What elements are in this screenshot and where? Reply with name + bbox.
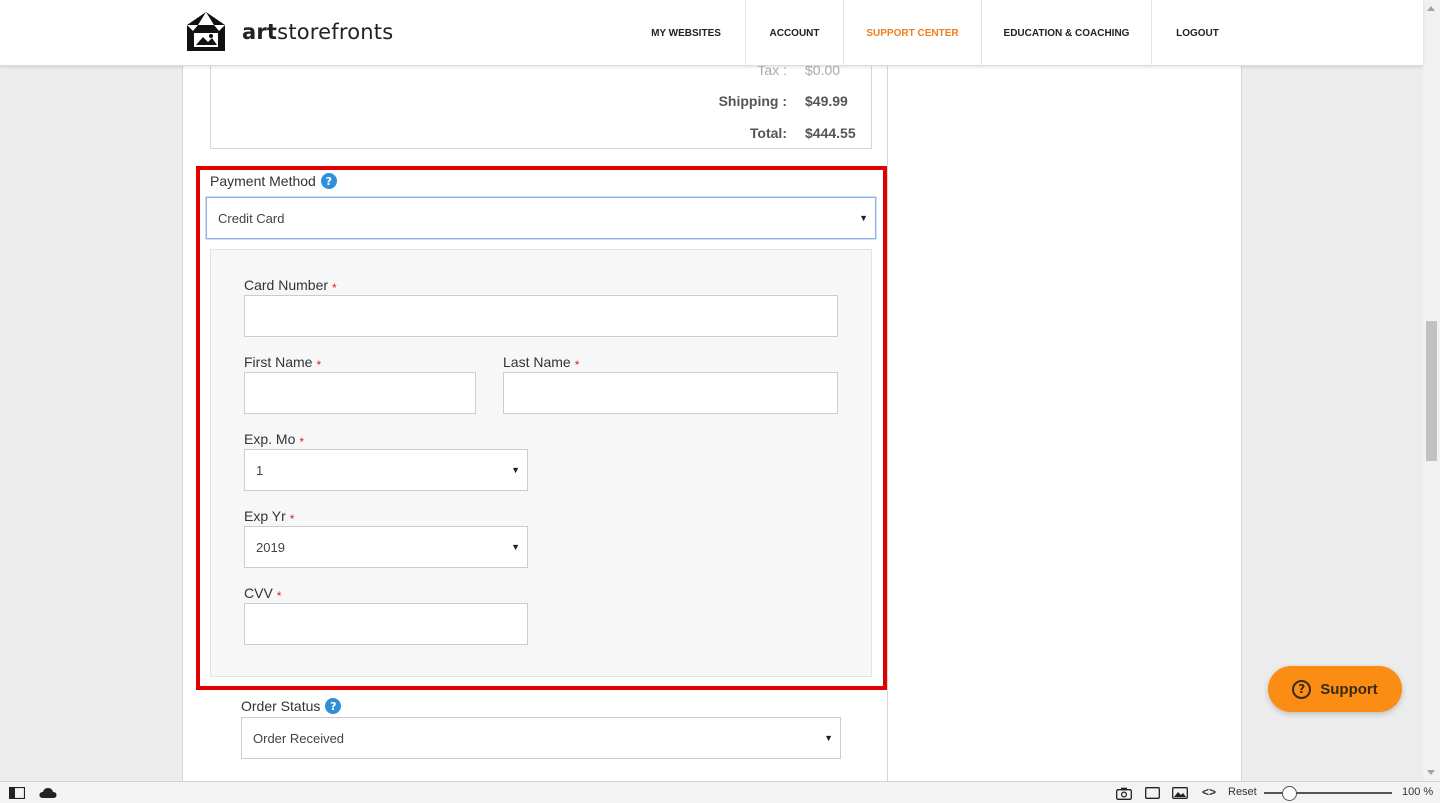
required-asterisk: * [316,358,322,372]
order-status-label: Order Status ? [241,698,342,714]
card-number-label-text: Card Number [244,277,329,293]
image-icon[interactable] [1172,787,1188,799]
last-name-label: Last Name * [503,354,580,372]
cloud-icon[interactable] [39,787,57,799]
required-asterisk: * [299,435,305,449]
shipping-label: Shipping : [718,93,787,109]
order-status-value: Order Received [253,730,345,746]
main-nav: MY WEBSITES ACCOUNT SUPPORT CENTER EDUCA… [627,0,1243,66]
exp-mo-label-text: Exp. Mo [244,431,296,447]
payment-method-label-text: Payment Method [210,173,316,189]
zoom-level: 100 % [1402,786,1434,798]
scroll-down-icon[interactable] [1427,770,1435,775]
artstorefronts-logo[interactable]: artstorefronts [181,9,393,55]
required-asterisk: * [574,358,580,372]
last-name-input[interactable] [503,372,838,414]
vertical-scrollbar[interactable] [1423,0,1440,781]
sidebar-toggle-icon[interactable] [9,787,25,799]
window-icon[interactable] [1145,787,1160,799]
question-circle-icon: ? [1292,679,1312,699]
card-number-label: Card Number * [244,277,337,295]
caret-down-icon: ▼ [511,542,520,552]
required-asterisk: * [276,589,282,603]
status-bar: <> Reset 100 % [0,781,1440,803]
exp-mo-label: Exp. Mo * [244,431,305,449]
brand-name: artstorefronts [242,20,393,44]
total-value: $444.55 [805,125,856,141]
caret-down-icon: ▼ [511,465,520,475]
exp-yr-label-text: Exp Yr [244,508,286,524]
total-row: Total: $444.55 [685,125,859,141]
order-status-select[interactable]: Order Received ▼ [241,717,841,759]
cvv-label: CVV * [244,585,282,603]
question-mark-circle-icon[interactable]: ? [320,173,337,189]
reset-button[interactable]: Reset [1228,786,1257,798]
scroll-up-icon[interactable] [1427,6,1435,11]
exp-yr-select[interactable]: 2019 ▼ [244,526,528,568]
card-number-input[interactable] [244,295,838,337]
nav-support-center[interactable]: SUPPORT CENTER [844,0,982,66]
exp-yr-label: Exp Yr * [244,508,295,526]
cvv-input[interactable] [244,603,528,645]
code-icon[interactable]: <> [1202,785,1216,799]
first-name-input[interactable] [244,372,476,414]
exp-yr-value: 2019 [256,539,285,555]
required-asterisk: * [332,281,337,295]
site-header: artstorefronts MY WEBSITES ACCOUNT SUPPO… [0,0,1423,66]
camera-icon[interactable] [1116,787,1132,800]
order-status-label-text: Order Status [241,698,321,714]
nav-account[interactable]: ACCOUNT [746,0,844,66]
caret-down-icon: ▼ [859,213,868,223]
first-name-label-text: First Name [244,354,313,370]
cvv-label-text: CVV [244,585,273,601]
zoom-slider-handle[interactable] [1282,786,1297,801]
storefront-tent-icon [187,12,225,51]
shipping-row: Shipping : $49.99 [685,93,859,109]
caret-down-icon: ▼ [824,733,833,743]
brand-name-rest: storefronts [277,20,394,44]
first-name-label: First Name * [244,354,322,372]
support-label: Support [1320,680,1378,698]
total-label: Total: [749,125,787,141]
support-button[interactable]: ? Support [1268,666,1402,712]
payment-method-label: Payment Method ? [210,173,337,189]
scrollbar-thumb[interactable] [1426,321,1437,461]
payment-method-select[interactable]: Credit Card ▼ [206,197,876,239]
nav-my-websites[interactable]: MY WEBSITES [627,0,746,66]
shipping-value: $49.99 [805,93,848,109]
brand-name-bold: art [242,20,278,44]
last-name-label-text: Last Name [503,354,571,370]
nav-logout[interactable]: LOGOUT [1152,0,1243,66]
required-asterisk: * [289,512,295,526]
exp-mo-value: 1 [256,462,264,478]
nav-education-coaching[interactable]: EDUCATION & COACHING [982,0,1152,66]
question-mark-circle-icon[interactable]: ? [325,698,342,714]
exp-mo-select[interactable]: 1 ▼ [244,449,528,491]
column-divider [887,66,888,781]
payment-method-value: Credit Card [218,210,285,226]
